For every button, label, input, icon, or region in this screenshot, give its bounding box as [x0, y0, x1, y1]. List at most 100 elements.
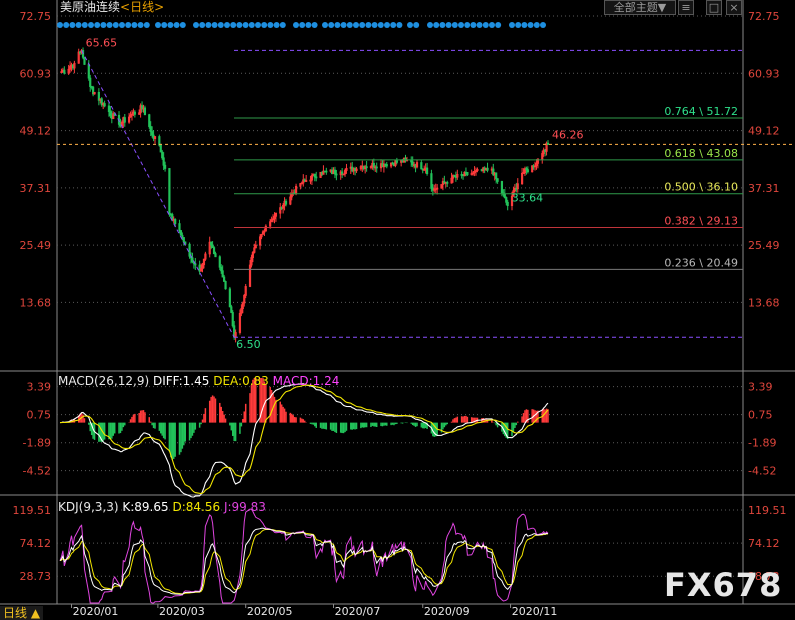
candle-body — [315, 176, 318, 179]
candle-body — [133, 111, 136, 115]
kdj-name: KDJ(9,3,3) — [58, 500, 119, 514]
candle-body — [179, 230, 183, 236]
watermark: FX678 — [664, 566, 783, 604]
candle-body — [420, 162, 423, 170]
signal-dot — [495, 22, 502, 28]
signal-dot — [384, 22, 390, 28]
signal-dot — [94, 22, 101, 28]
signal-dot — [458, 22, 464, 28]
candle-body — [446, 181, 449, 184]
fib-level-label: 0.500 \ 36.10 — [664, 181, 738, 194]
signal-dot — [248, 22, 255, 28]
macd-tick-right: -4.52 — [748, 465, 776, 478]
kdj-d-value: D:84.56 — [172, 500, 221, 514]
signal-dot — [81, 22, 88, 28]
macd-name: MACD(26,12,9) — [58, 374, 150, 388]
price-tick-right: 13.68 — [748, 296, 780, 309]
kdj-k-line — [59, 527, 549, 595]
signal-dot — [521, 22, 528, 28]
candle-body — [89, 77, 92, 87]
price-tick-left: 60.93 — [20, 67, 52, 80]
instrument-name: 美原油连续 — [60, 0, 121, 14]
macd-diff-value: DIFF:1.45 — [152, 374, 210, 388]
restore-icon[interactable]: □ — [706, 0, 722, 15]
candle-body — [87, 64, 90, 79]
signal-dot — [515, 22, 522, 28]
signal-dot — [143, 22, 150, 28]
candle-body — [221, 270, 224, 278]
signal-dot — [179, 22, 186, 28]
macd-tick-right: 0.75 — [748, 409, 773, 422]
kdj-tick-left: 119.51 — [13, 504, 52, 517]
candle-body — [385, 164, 388, 167]
candle-body — [191, 257, 194, 263]
candle-body — [430, 173, 433, 189]
signal-dot — [224, 22, 230, 28]
signal-dot — [267, 22, 274, 28]
candle-body — [148, 114, 151, 127]
candle-body — [163, 164, 167, 169]
candle-body — [503, 193, 506, 198]
signal-dot — [390, 22, 397, 28]
signal-dot — [346, 22, 353, 28]
candle-body — [365, 166, 368, 169]
candle-body — [495, 172, 498, 180]
time-label: 2020/01 — [73, 605, 119, 618]
candle-body — [466, 171, 469, 176]
signal-dot — [125, 22, 132, 28]
signal-dot — [464, 22, 471, 28]
candle-body — [228, 288, 231, 308]
candle-body — [425, 167, 429, 175]
signal-dot — [533, 22, 540, 28]
price-tick-left: 37.31 — [20, 182, 52, 195]
time-label: 2020/07 — [335, 605, 381, 618]
candle-body — [546, 142, 550, 145]
signal-dot — [509, 22, 515, 28]
price-tick-left: 25.49 — [20, 239, 52, 252]
signal-dot — [451, 22, 458, 28]
chart-title: 美原油连续<日线> — [60, 0, 164, 15]
kdj-tick-left: 74.12 — [20, 537, 52, 550]
signal-dot — [279, 22, 286, 28]
time-label: 2020/03 — [159, 605, 205, 618]
close-icon[interactable]: × — [726, 0, 742, 15]
panel-settings-icon[interactable]: ≡ — [678, 0, 694, 15]
candle-body — [168, 168, 171, 215]
signal-dot — [273, 22, 280, 28]
signal-dot — [540, 22, 546, 28]
signal-dot — [445, 22, 452, 28]
signal-dot — [119, 22, 125, 28]
chart-canvas[interactable]: 72.75 72.75 60.93 60.93 49.12 49.12 37.31 37.31… — [0, 0, 795, 620]
signal-dot — [199, 22, 206, 28]
signal-dot — [407, 22, 413, 28]
candle-body — [313, 173, 316, 178]
period-toggle-button[interactable]: 日线 ▲ — [0, 606, 44, 620]
signal-dot — [88, 22, 94, 28]
signal-dot — [193, 22, 199, 28]
fib-trend-line — [81, 50, 235, 338]
candle-body — [161, 151, 164, 159]
candle-body — [230, 306, 233, 313]
time-label: 2020/09 — [424, 605, 470, 618]
macd-diff-line — [59, 383, 549, 498]
candle-body — [178, 223, 181, 231]
signal-dot — [482, 22, 489, 28]
macd-tick-left: 3.39 — [27, 381, 52, 394]
signal-dot — [353, 22, 359, 28]
fib-level-label: 0.236 \ 20.49 — [664, 256, 738, 269]
kdj-d-line — [59, 529, 549, 595]
candle-body — [123, 117, 126, 123]
signal-dot — [255, 22, 261, 28]
kdj-k-value: K:89.65 — [122, 500, 169, 514]
template-dropdown[interactable]: 全部主题▼ — [604, 0, 676, 15]
candle-body — [506, 201, 509, 207]
signal-dot — [63, 22, 70, 28]
macd-tick-left: -4.52 — [23, 465, 51, 478]
signal-dot — [359, 22, 366, 28]
fib-level-label: 0.382 \ 29.13 — [664, 214, 738, 227]
signal-dot — [211, 22, 218, 28]
signal-dot — [75, 22, 82, 28]
signal-dot — [489, 22, 495, 28]
macd-dea-line — [60, 384, 549, 495]
candle-body — [231, 312, 234, 327]
